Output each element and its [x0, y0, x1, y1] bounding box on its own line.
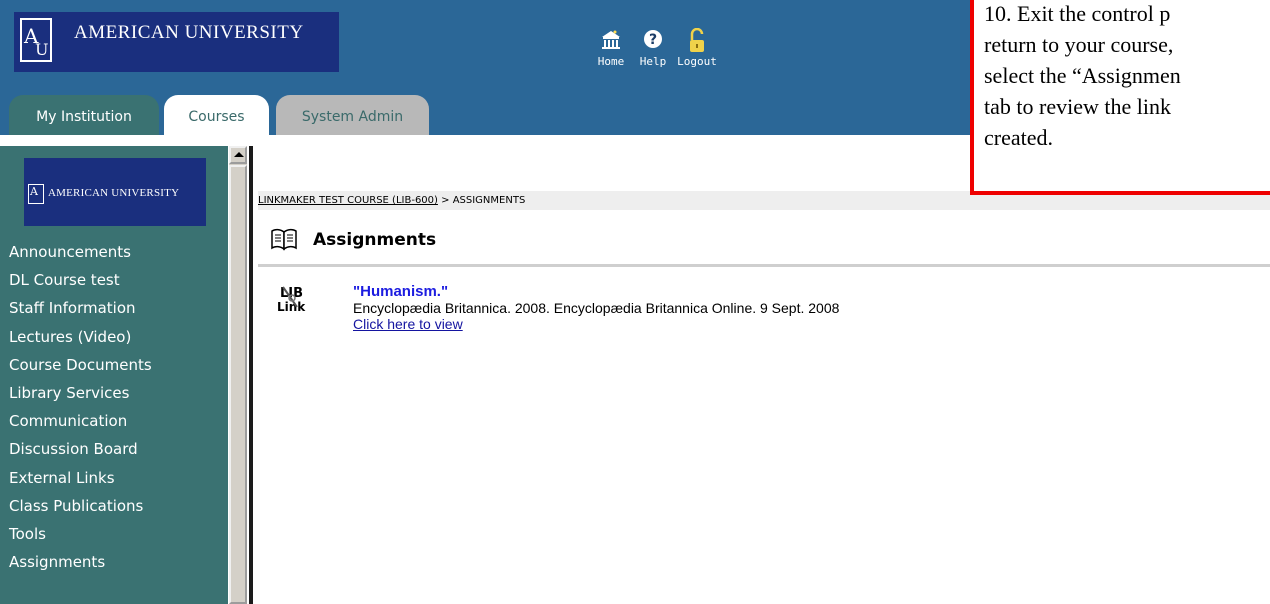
sidebar-item-assignments[interactable]: Assignments	[9, 548, 152, 576]
help-nav-button[interactable]: ? Help	[636, 28, 670, 68]
breadcrumb-separator: >	[437, 195, 453, 206]
sidebar-item-staff-information[interactable]: Staff Information	[9, 294, 152, 322]
sidebar-item-course-documents[interactable]: Course Documents	[9, 351, 152, 379]
sidebar-item-library-services[interactable]: Library Services	[9, 379, 152, 407]
click-here-to-view-link[interactable]: Click here to view	[353, 316, 463, 332]
logo-mark-icon: A	[28, 184, 44, 204]
page-title: Assignments	[313, 230, 437, 250]
home-building-icon	[587, 28, 635, 55]
sidebar-item-discussion-board[interactable]: Discussion Board	[9, 435, 152, 463]
link-icon-text: Link	[277, 300, 306, 314]
sidebar-item-dl-course-test[interactable]: DL Course test	[9, 266, 152, 294]
sidebar-item-tools[interactable]: Tools	[9, 520, 152, 548]
logo-text: AMERICAN UNIVERSITY	[74, 22, 304, 43]
logout-label: Logout	[677, 55, 717, 68]
sidebar-item-lectures-video[interactable]: Lectures (Video)	[9, 323, 152, 351]
course-menu: Announcements DL Course test Staff Infor…	[9, 238, 152, 576]
assignment-item-title[interactable]: "Humanism."	[353, 283, 448, 300]
breadcrumb-current: ASSIGNMENTS	[452, 195, 526, 206]
frame-divider	[249, 146, 253, 604]
course-menu-sidebar: A AMERICAN UNIVERSITY Announcements DL C…	[0, 146, 228, 604]
course-logo-banner: A AMERICAN UNIVERSITY	[24, 158, 206, 226]
open-book-icon	[271, 227, 297, 251]
arrow-up-icon	[234, 152, 244, 157]
sidebar-item-class-publications[interactable]: Class Publications	[9, 492, 152, 520]
sidebar-scrollbar[interactable]	[228, 146, 247, 604]
help-label: Help	[639, 55, 667, 68]
logo-mark-icon: AU	[20, 18, 52, 62]
scrollbar-thumb[interactable]	[229, 165, 247, 604]
home-nav-button[interactable]: Home	[587, 28, 635, 68]
course-logo-text: AMERICAN UNIVERSITY	[48, 187, 180, 199]
breadcrumb-course-link[interactable]: LINKMAKER TEST COURSE (LIB-600)	[258, 195, 438, 206]
help-question-icon: ?	[636, 28, 670, 55]
breadcrumb-trail: LINKMAKER TEST COURSE (LIB-600) > ASSIGN…	[258, 195, 525, 206]
callout-line: created.	[984, 125, 1053, 150]
callout-line: 10. Exit the control p	[984, 1, 1171, 26]
sidebar-item-announcements[interactable]: Announcements	[9, 238, 152, 266]
scroll-up-button[interactable]	[229, 146, 247, 164]
callout-line: tab to review the link	[984, 94, 1171, 119]
callout-text: 10. Exit the control p return to your co…	[984, 0, 1270, 153]
title-divider	[258, 264, 1270, 267]
instruction-callout: 10. Exit the control p return to your co…	[970, 0, 1270, 195]
logout-nav-button[interactable]: Logout	[675, 27, 719, 68]
tab-courses[interactable]: Courses	[164, 95, 269, 135]
tab-system-admin[interactable]: System Admin	[276, 95, 429, 135]
sidebar-item-external-links[interactable]: External Links	[9, 464, 152, 492]
sidebar-item-communication[interactable]: Communication	[9, 407, 152, 435]
home-label: Home	[597, 55, 625, 68]
tab-my-institution[interactable]: My Institution	[9, 95, 159, 135]
lib-link-icon: LIB Link	[277, 283, 307, 323]
svg-text:?: ?	[649, 32, 657, 48]
university-logo[interactable]: AU AMERICAN UNIVERSITY	[14, 12, 339, 72]
callout-line: return to your course,	[984, 32, 1174, 57]
assignment-item-citation: Encyclopædia Britannica. 2008. Encyclopæ…	[353, 300, 840, 316]
callout-line: select the “Assignmen	[984, 63, 1181, 88]
padlock-icon	[675, 27, 719, 55]
